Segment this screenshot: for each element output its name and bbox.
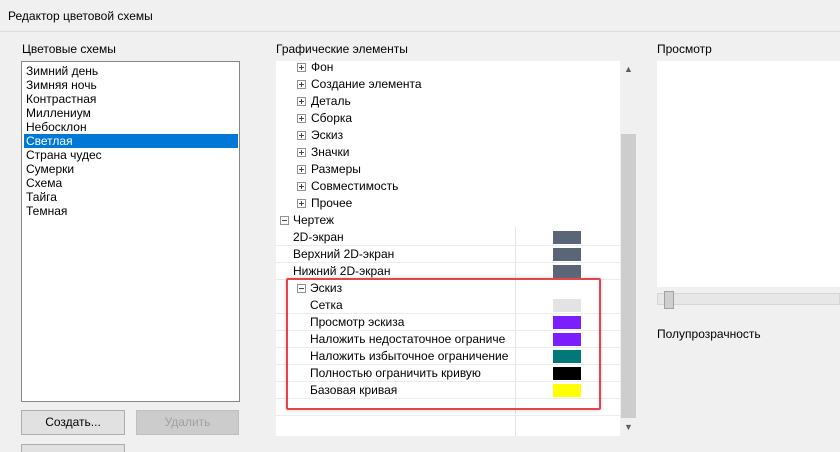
scheme-item[interactable]: Небосклон — [24, 120, 238, 134]
title-divider — [0, 31, 840, 32]
scroll-thumb[interactable] — [621, 134, 636, 418]
elements-label: Графические элементы — [276, 42, 408, 56]
tree-group-label: Размеры — [311, 162, 361, 176]
expand-icon[interactable] — [297, 63, 306, 72]
scheme-item[interactable]: Тайга — [24, 190, 238, 204]
tree-group[interactable]: Деталь — [276, 93, 621, 110]
expand-icon[interactable] — [297, 148, 306, 157]
color-swatch[interactable] — [553, 248, 581, 261]
tree-group-label: Сборка — [311, 111, 353, 125]
expand-icon[interactable] — [297, 131, 306, 140]
tree-group[interactable]: Создание элемента — [276, 76, 621, 93]
scheme-item[interactable]: Миллениум — [24, 106, 238, 120]
tree-group[interactable]: Сборка — [276, 110, 621, 127]
preview-label: Просмотр — [657, 42, 712, 56]
window-title: Редактор цветовой схемы — [8, 9, 153, 23]
tree-group[interactable]: Размеры — [276, 161, 621, 178]
tree-group[interactable]: Прочее — [276, 195, 621, 212]
create-button[interactable]: Создать... — [21, 410, 125, 435]
tree-group-label: Чертеж — [293, 213, 335, 227]
tree-group[interactable]: Значки — [276, 144, 621, 161]
schemes-list[interactable]: Зимний день Зимняя ночь Контрастная Милл… — [21, 61, 240, 402]
scroll-up-icon[interactable]: ▲ — [620, 61, 637, 78]
tree-group[interactable]: Совместимость — [276, 178, 621, 195]
delete-button[interactable]: Удалить — [136, 410, 239, 435]
scheme-item-selected[interactable]: Светлая — [24, 134, 238, 148]
scheme-item[interactable]: Страна чудес — [24, 148, 238, 162]
property-label: 2D-экран — [293, 230, 344, 244]
tree-group-label: Значки — [311, 145, 350, 159]
expand-icon[interactable] — [297, 165, 306, 174]
property-label: Верхний 2D-экран — [293, 247, 395, 261]
tree-group-label: Деталь — [311, 94, 351, 108]
scheme-item[interactable]: Зимний день — [24, 64, 238, 78]
scheme-item[interactable]: Контрастная — [24, 92, 238, 106]
scheme-item[interactable]: Схема — [24, 176, 238, 190]
schemes-label: Цветовые схемы — [22, 42, 116, 56]
expand-icon[interactable] — [297, 97, 306, 106]
tree-group[interactable]: Фон — [276, 61, 621, 76]
tree-group-label: Эскиз — [311, 128, 344, 142]
expand-icon[interactable] — [297, 114, 306, 123]
tree-group-label: Прочее — [311, 196, 353, 210]
transparency-label: Полупрозрачность — [657, 327, 761, 341]
preview-pane — [657, 61, 840, 287]
color-property-row[interactable]: Верхний 2D-экран — [276, 246, 621, 263]
scheme-item[interactable]: Сумерки — [24, 162, 238, 176]
tree-group[interactable]: Эскиз — [276, 127, 621, 144]
extra-button[interactable] — [21, 444, 125, 452]
color-property-row[interactable]: 2D-экран — [276, 229, 621, 246]
scheme-item[interactable]: Зимняя ночь — [24, 78, 238, 92]
scroll-down-icon[interactable]: ▼ — [620, 419, 637, 436]
expand-icon[interactable] — [297, 199, 306, 208]
tree-group-label: Фон — [311, 61, 334, 74]
highlight-frame — [286, 278, 601, 410]
color-swatch[interactable] — [553, 265, 581, 278]
color-swatch[interactable] — [553, 231, 581, 244]
tree-group-label: Создание элемента — [311, 77, 422, 91]
transparency-slider[interactable] — [657, 293, 840, 305]
tree-scrollbar[interactable]: ▲ ▼ — [620, 61, 637, 436]
expand-icon[interactable] — [297, 80, 306, 89]
scheme-item[interactable]: Темная — [24, 204, 238, 218]
collapse-icon[interactable] — [280, 216, 289, 225]
transparency-slider-thumb[interactable] — [664, 291, 674, 309]
tree-group-drawing[interactable]: Чертеж — [276, 212, 621, 229]
tree-group-label: Совместимость — [311, 179, 399, 193]
expand-icon[interactable] — [297, 182, 306, 191]
